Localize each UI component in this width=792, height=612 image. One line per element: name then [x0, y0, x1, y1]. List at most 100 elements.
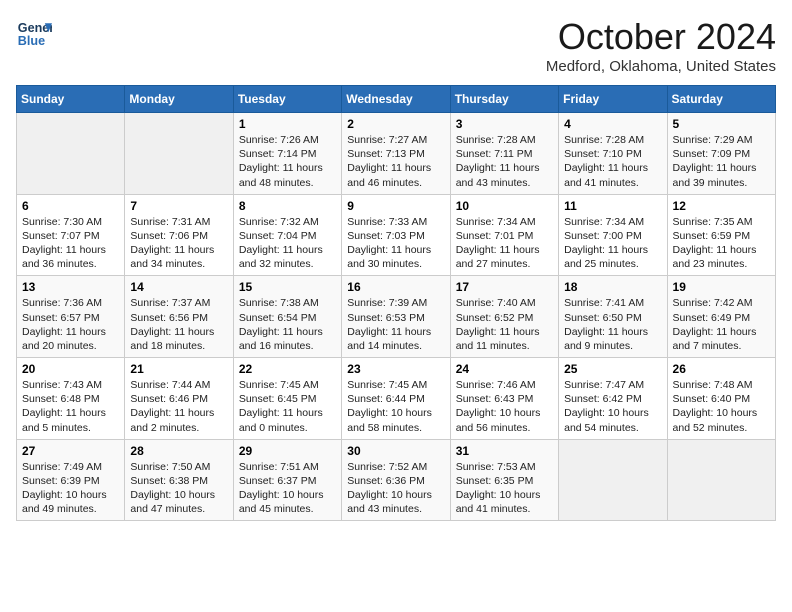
- day-number: 5: [673, 117, 770, 131]
- calendar-cell: 26 Sunrise: 7:48 AM Sunset: 6:40 PM Dayli…: [667, 358, 775, 440]
- calendar-cell: 12 Sunrise: 7:35 AM Sunset: 6:59 PM Dayli…: [667, 194, 775, 276]
- calendar-cell: [17, 113, 125, 195]
- title-area: October 2024 Medford, Oklahoma, United S…: [546, 16, 776, 75]
- calendar-cell: 6 Sunrise: 7:30 AM Sunset: 7:07 PM Daylig…: [17, 194, 125, 276]
- day-number: 27: [22, 444, 119, 458]
- day-info: Sunrise: 7:28 AM Sunset: 7:11 PM Dayligh…: [456, 133, 553, 190]
- calendar-cell: 9 Sunrise: 7:33 AM Sunset: 7:03 PM Daylig…: [342, 194, 450, 276]
- day-number: 29: [239, 444, 336, 458]
- day-info: Sunrise: 7:37 AM Sunset: 6:56 PM Dayligh…: [130, 296, 227, 353]
- day-number: 21: [130, 362, 227, 376]
- weekday-header-row: SundayMondayTuesdayWednesdayThursdayFrid…: [17, 86, 776, 113]
- calendar-cell: 22 Sunrise: 7:45 AM Sunset: 6:45 PM Dayli…: [233, 358, 341, 440]
- day-info: Sunrise: 7:28 AM Sunset: 7:10 PM Dayligh…: [564, 133, 661, 190]
- calendar-cell: 24Sunrise: 7:46 AM Sunset: 6:43 PM Dayli…: [450, 358, 558, 440]
- location-title: Medford, Oklahoma, United States: [546, 58, 776, 75]
- day-number: 14: [130, 280, 227, 294]
- calendar-cell: [559, 439, 667, 521]
- day-info: Sunrise: 7:29 AM Sunset: 7:09 PM Dayligh…: [673, 133, 770, 190]
- calendar-cell: 5 Sunrise: 7:29 AM Sunset: 7:09 PM Daylig…: [667, 113, 775, 195]
- calendar-week-row: 6 Sunrise: 7:30 AM Sunset: 7:07 PM Daylig…: [17, 194, 776, 276]
- calendar-cell: 18 Sunrise: 7:41 AM Sunset: 6:50 PM Dayli…: [559, 276, 667, 358]
- day-number: 17: [456, 280, 553, 294]
- day-info: Sunrise: 7:33 AM Sunset: 7:03 PM Dayligh…: [347, 215, 444, 272]
- day-number: 12: [673, 199, 770, 213]
- calendar-cell: 16 Sunrise: 7:39 AM Sunset: 6:53 PM Dayli…: [342, 276, 450, 358]
- header: General Blue October 2024 Medford, Oklah…: [16, 16, 776, 75]
- day-info: Sunrise: 7:44 AM Sunset: 6:46 PM Dayligh…: [130, 378, 227, 435]
- weekday-header: Friday: [559, 86, 667, 113]
- day-number: 18: [564, 280, 661, 294]
- calendar-cell: 30 Sunrise: 7:52 AM Sunset: 6:36 PM Dayli…: [342, 439, 450, 521]
- calendar-cell: [125, 113, 233, 195]
- day-number: 31: [456, 444, 553, 458]
- calendar-cell: 3 Sunrise: 7:28 AM Sunset: 7:11 PM Daylig…: [450, 113, 558, 195]
- weekday-header: Sunday: [17, 86, 125, 113]
- calendar-cell: 29 Sunrise: 7:51 AM Sunset: 6:37 PM Dayli…: [233, 439, 341, 521]
- calendar-cell: 2 Sunrise: 7:27 AM Sunset: 7:13 PM Daylig…: [342, 113, 450, 195]
- weekday-header: Saturday: [667, 86, 775, 113]
- calendar-cell: 21 Sunrise: 7:44 AM Sunset: 6:46 PM Dayli…: [125, 358, 233, 440]
- day-number: 9: [347, 199, 444, 213]
- day-info: Sunrise: 7:42 AM Sunset: 6:49 PM Dayligh…: [673, 296, 770, 353]
- day-number: 6: [22, 199, 119, 213]
- day-number: 11: [564, 199, 661, 213]
- day-number: 26: [673, 362, 770, 376]
- day-number: 2: [347, 117, 444, 131]
- day-number: 13: [22, 280, 119, 294]
- day-number: 28: [130, 444, 227, 458]
- month-title: October 2024: [546, 16, 776, 58]
- calendar: SundayMondayTuesdayWednesdayThursdayFrid…: [16, 85, 776, 521]
- calendar-week-row: 20Sunrise: 7:43 AM Sunset: 6:48 PM Dayli…: [17, 358, 776, 440]
- day-number: 23: [347, 362, 444, 376]
- day-number: 8: [239, 199, 336, 213]
- calendar-cell: 19 Sunrise: 7:42 AM Sunset: 6:49 PM Dayli…: [667, 276, 775, 358]
- calendar-cell: 17Sunrise: 7:40 AM Sunset: 6:52 PM Dayli…: [450, 276, 558, 358]
- calendar-cell: 23 Sunrise: 7:45 AM Sunset: 6:44 PM Dayli…: [342, 358, 450, 440]
- calendar-week-row: 27Sunrise: 7:49 AM Sunset: 6:39 PM Dayli…: [17, 439, 776, 521]
- day-info: Sunrise: 7:38 AM Sunset: 6:54 PM Dayligh…: [239, 296, 336, 353]
- day-info: Sunrise: 7:43 AM Sunset: 6:48 PM Dayligh…: [22, 378, 119, 435]
- calendar-cell: 14 Sunrise: 7:37 AM Sunset: 6:56 PM Dayli…: [125, 276, 233, 358]
- day-info: Sunrise: 7:45 AM Sunset: 6:44 PM Dayligh…: [347, 378, 444, 435]
- calendar-cell: [667, 439, 775, 521]
- calendar-cell: 20Sunrise: 7:43 AM Sunset: 6:48 PM Dayli…: [17, 358, 125, 440]
- day-number: 22: [239, 362, 336, 376]
- day-info: Sunrise: 7:34 AM Sunset: 7:00 PM Dayligh…: [564, 215, 661, 272]
- day-info: Sunrise: 7:30 AM Sunset: 7:07 PM Dayligh…: [22, 215, 119, 272]
- day-info: Sunrise: 7:48 AM Sunset: 6:40 PM Dayligh…: [673, 378, 770, 435]
- day-info: Sunrise: 7:52 AM Sunset: 6:36 PM Dayligh…: [347, 460, 444, 517]
- day-number: 16: [347, 280, 444, 294]
- weekday-header: Monday: [125, 86, 233, 113]
- day-info: Sunrise: 7:51 AM Sunset: 6:37 PM Dayligh…: [239, 460, 336, 517]
- day-number: 30: [347, 444, 444, 458]
- weekday-header: Thursday: [450, 86, 558, 113]
- day-info: Sunrise: 7:31 AM Sunset: 7:06 PM Dayligh…: [130, 215, 227, 272]
- calendar-cell: 25Sunrise: 7:47 AM Sunset: 6:42 PM Dayli…: [559, 358, 667, 440]
- day-number: 10: [456, 199, 553, 213]
- day-info: Sunrise: 7:45 AM Sunset: 6:45 PM Dayligh…: [239, 378, 336, 435]
- svg-text:Blue: Blue: [18, 34, 45, 48]
- logo: General Blue: [16, 16, 52, 52]
- day-number: 25: [564, 362, 661, 376]
- day-number: 4: [564, 117, 661, 131]
- day-number: 24: [456, 362, 553, 376]
- day-info: Sunrise: 7:35 AM Sunset: 6:59 PM Dayligh…: [673, 215, 770, 272]
- weekday-header: Wednesday: [342, 86, 450, 113]
- day-info: Sunrise: 7:32 AM Sunset: 7:04 PM Dayligh…: [239, 215, 336, 272]
- day-info: Sunrise: 7:27 AM Sunset: 7:13 PM Dayligh…: [347, 133, 444, 190]
- day-info: Sunrise: 7:36 AM Sunset: 6:57 PM Dayligh…: [22, 296, 119, 353]
- calendar-cell: 11 Sunrise: 7:34 AM Sunset: 7:00 PM Dayli…: [559, 194, 667, 276]
- calendar-cell: 31 Sunrise: 7:53 AM Sunset: 6:35 PM Dayli…: [450, 439, 558, 521]
- day-info: Sunrise: 7:53 AM Sunset: 6:35 PM Dayligh…: [456, 460, 553, 517]
- day-info: Sunrise: 7:26 AM Sunset: 7:14 PM Dayligh…: [239, 133, 336, 190]
- day-number: 15: [239, 280, 336, 294]
- day-number: 19: [673, 280, 770, 294]
- day-info: Sunrise: 7:34 AM Sunset: 7:01 PM Dayligh…: [456, 215, 553, 272]
- day-info: Sunrise: 7:39 AM Sunset: 6:53 PM Dayligh…: [347, 296, 444, 353]
- day-number: 3: [456, 117, 553, 131]
- calendar-cell: 13 Sunrise: 7:36 AM Sunset: 6:57 PM Dayli…: [17, 276, 125, 358]
- day-info: Sunrise: 7:41 AM Sunset: 6:50 PM Dayligh…: [564, 296, 661, 353]
- day-number: 1: [239, 117, 336, 131]
- calendar-cell: 27Sunrise: 7:49 AM Sunset: 6:39 PM Dayli…: [17, 439, 125, 521]
